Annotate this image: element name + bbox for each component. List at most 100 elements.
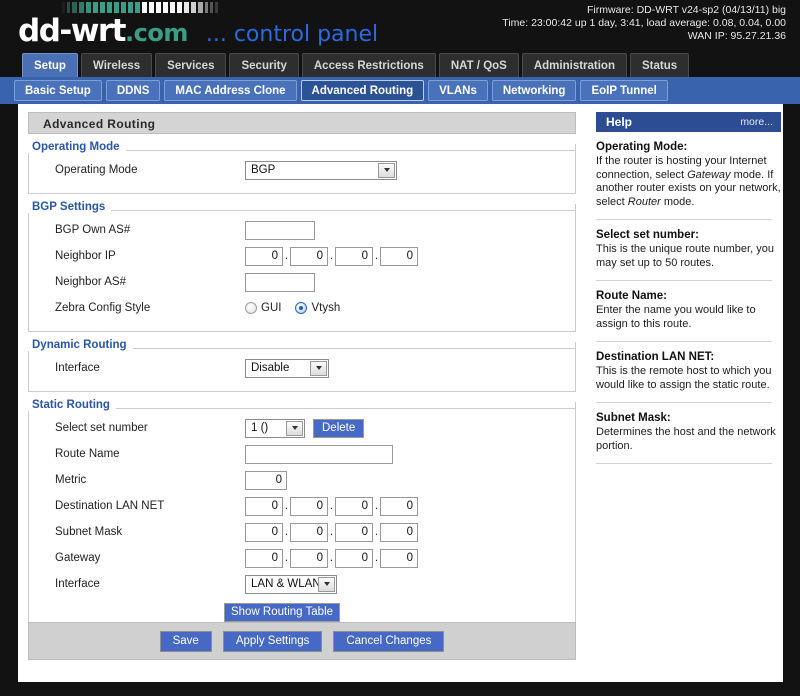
gateway-octet-4[interactable] bbox=[380, 548, 418, 568]
ip-separator-dot: . bbox=[329, 249, 334, 262]
logo-bar-segment bbox=[114, 2, 119, 13]
apply-settings-button[interactable]: Apply Settings bbox=[222, 630, 323, 652]
logo-bar-segment bbox=[121, 2, 126, 13]
row-neighbor-ip: Neighbor IP ... bbox=[29, 243, 575, 269]
section-static-routing: Static Routing Select set number 1 () De… bbox=[28, 399, 576, 635]
logo-text: dd-wrt.com ... control panel bbox=[18, 14, 378, 52]
logo-bar-segment bbox=[128, 2, 133, 13]
ip-separator-dot: . bbox=[284, 551, 289, 564]
brand-logo: dd-wrt.com ... control panel bbox=[18, 2, 378, 52]
main-tab-services[interactable]: Services bbox=[155, 53, 227, 77]
operating-mode-select[interactable]: BGP bbox=[245, 160, 397, 180]
neighbor-as-input[interactable] bbox=[245, 272, 315, 292]
label-neighbor-ip: Neighbor IP bbox=[55, 250, 116, 262]
logo-bar-segment bbox=[205, 2, 208, 13]
destination-lan-net-octet-2[interactable] bbox=[290, 496, 328, 516]
control-neighbor-ip: ... bbox=[245, 246, 418, 266]
label-operating-mode: Operating Mode bbox=[55, 164, 138, 176]
sub-tab-networking[interactable]: Networking bbox=[491, 80, 577, 101]
section-legend-dynamic-routing: Dynamic Routing bbox=[28, 339, 133, 351]
logo-bar-segment bbox=[93, 2, 98, 13]
control-static-interface: LAN & WLAN bbox=[245, 574, 337, 594]
help-more-link[interactable]: more... bbox=[740, 112, 773, 132]
sub-tab-basic-setup[interactable]: Basic Setup bbox=[14, 80, 102, 101]
sub-tab-vlans[interactable]: VLANs bbox=[428, 80, 488, 101]
main-tab-status[interactable]: Status bbox=[629, 53, 690, 77]
destination-lan-octet-group: ... bbox=[245, 496, 418, 516]
logo-bar-segment bbox=[215, 2, 218, 13]
chevron-down-icon[interactable] bbox=[286, 420, 303, 436]
logo-bar-segment bbox=[149, 2, 154, 13]
main-tab-bar: Setup Wireless Services Security Access Rest… bbox=[0, 50, 800, 77]
logo-tagline: ... control panel bbox=[205, 22, 379, 47]
help-item: Operating Mode: If the router is hosting … bbox=[596, 132, 781, 220]
zebra-radio-label-vtysh[interactable]: Vtysh bbox=[311, 302, 340, 314]
subnet-mask-octet-3[interactable] bbox=[335, 522, 373, 542]
subnet-mask-octet-2[interactable] bbox=[290, 522, 328, 542]
main-tab-nat-qos[interactable]: NAT / QoS bbox=[438, 53, 519, 77]
help-item-heading: Subnet Mask: bbox=[596, 412, 671, 424]
chevron-down-icon[interactable] bbox=[310, 360, 327, 376]
help-item-body: This is the remote host to which you wou… bbox=[596, 365, 772, 391]
subnet-mask-octet-1[interactable] bbox=[245, 522, 283, 542]
logo-bar-segment bbox=[142, 2, 147, 13]
metric-input[interactable] bbox=[245, 470, 287, 490]
sub-tab-mac-address-clone[interactable]: MAC Address Clone bbox=[164, 80, 297, 101]
label-route-name: Route Name bbox=[55, 448, 120, 460]
ip-separator-dot: . bbox=[284, 249, 289, 262]
ip-separator-dot: . bbox=[374, 249, 379, 262]
neighbor-ip-octet-2[interactable] bbox=[290, 246, 328, 266]
gateway-octet-1[interactable] bbox=[245, 548, 283, 568]
main-tab-security[interactable]: Security bbox=[229, 53, 299, 77]
main-tab-administration[interactable]: Administration bbox=[521, 53, 627, 77]
row-route-name: Route Name bbox=[29, 441, 575, 467]
row-neighbor-as: Neighbor AS# bbox=[29, 269, 575, 295]
label-neighbor-as: Neighbor AS# bbox=[55, 276, 126, 288]
zebra-radio-label-gui[interactable]: GUI bbox=[261, 302, 281, 314]
main-tab-setup[interactable]: Setup bbox=[22, 53, 78, 77]
destination-lan-net-octet-1[interactable] bbox=[245, 496, 283, 516]
neighbor-ip-octet-1[interactable] bbox=[245, 246, 283, 266]
destination-lan-net-octet-3[interactable] bbox=[335, 496, 373, 516]
zebra-radio-vtysh[interactable] bbox=[295, 302, 308, 314]
dynamic-interface-select[interactable]: Disable bbox=[245, 358, 329, 378]
label-select-set-number: Select set number bbox=[55, 422, 148, 434]
logo-domain-suffix: .com bbox=[125, 19, 188, 47]
chevron-down-icon[interactable] bbox=[378, 162, 395, 178]
sub-tab-eoip-tunnel[interactable]: EoIP Tunnel bbox=[580, 80, 668, 101]
zebra-radio-gui[interactable] bbox=[245, 302, 257, 314]
main-tab-wireless[interactable]: Wireless bbox=[80, 53, 153, 77]
row-destination-lan-net: Destination LAN NET ... bbox=[29, 493, 575, 519]
dd-wrt-control-panel: dd-wrt.com ... control panel Firmware: DD… bbox=[0, 0, 800, 696]
row-select-set-number: Select set number 1 () Delete bbox=[29, 415, 575, 441]
help-item-heading: Route Name: bbox=[596, 290, 667, 302]
destination-lan-net-octet-4[interactable] bbox=[380, 496, 418, 516]
chevron-down-icon[interactable] bbox=[318, 576, 335, 592]
gateway-octet-2[interactable] bbox=[290, 548, 328, 568]
zebra-config-style-radio-group: GUI Vtysh bbox=[245, 302, 350, 314]
subnet-mask-octet-4[interactable] bbox=[380, 522, 418, 542]
section-bgp-settings: BGP Settings BGP Own AS# Neighbor IP ...… bbox=[28, 201, 576, 332]
ip-separator-dot: . bbox=[284, 525, 289, 538]
bgp-own-as-input[interactable] bbox=[245, 220, 315, 240]
set-number-select[interactable]: 1 () bbox=[245, 418, 305, 438]
static-interface-select[interactable]: LAN & WLAN bbox=[245, 574, 337, 594]
cancel-changes-button[interactable]: Cancel Changes bbox=[333, 630, 445, 652]
route-name-input[interactable] bbox=[245, 444, 393, 464]
sub-tab-advanced-routing[interactable]: Advanced Routing bbox=[300, 80, 425, 101]
main-tab-access-restrictions[interactable]: Access Restrictions bbox=[301, 53, 436, 77]
row-operating-mode: Operating Mode BGP bbox=[29, 157, 575, 183]
sub-tab-ddns[interactable]: DDNS bbox=[105, 80, 161, 101]
row-metric: Metric bbox=[29, 467, 575, 493]
neighbor-ip-octet-4[interactable] bbox=[380, 246, 418, 266]
save-button[interactable]: Save bbox=[159, 630, 212, 652]
delete-route-button[interactable]: Delete bbox=[313, 418, 365, 438]
row-static-interface: Interface LAN & WLAN bbox=[29, 571, 575, 597]
logo-bar-segment bbox=[191, 2, 196, 13]
show-routing-table-button[interactable]: Show Routing Table bbox=[223, 603, 341, 622]
help-panel: Help more... Operating Mode: If the route… bbox=[586, 104, 783, 682]
section-legend-operating-mode: Operating Mode bbox=[28, 141, 126, 153]
gateway-octet-3[interactable] bbox=[335, 548, 373, 568]
help-separator bbox=[596, 463, 772, 464]
neighbor-ip-octet-3[interactable] bbox=[335, 246, 373, 266]
